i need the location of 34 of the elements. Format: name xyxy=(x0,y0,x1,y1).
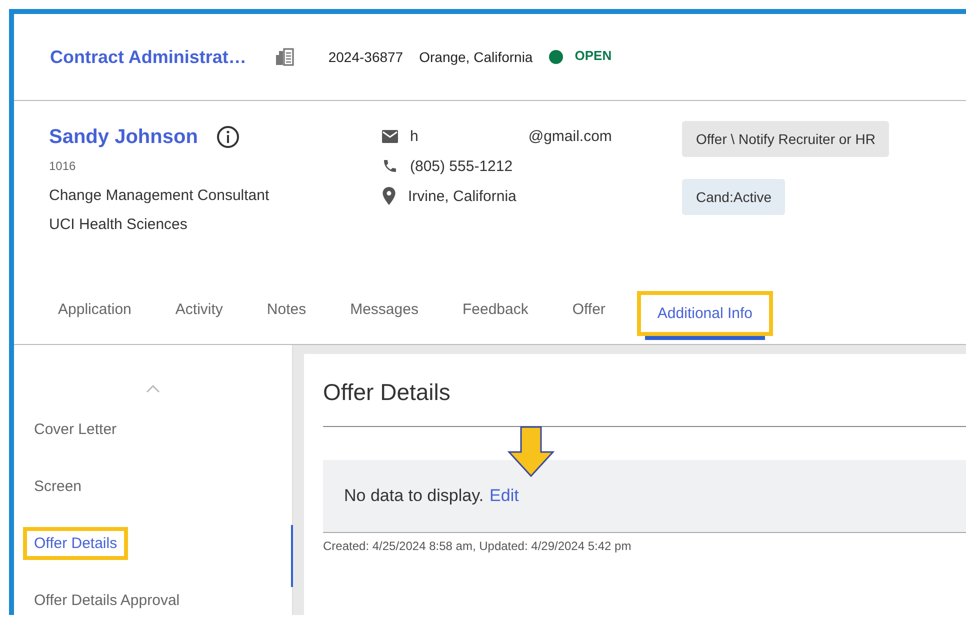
tab[interactable]: Activity xyxy=(163,301,235,344)
job-title[interactable]: Contract Administrat… xyxy=(50,46,246,68)
empty-message: No data to display. xyxy=(344,486,484,506)
tab[interactable]: Application xyxy=(46,301,144,344)
tab[interactable]: Offer xyxy=(560,301,618,344)
info-icon[interactable] xyxy=(216,125,240,149)
location-pin-icon xyxy=(382,187,396,205)
tab[interactable]: Notes xyxy=(254,301,318,344)
job-location: Orange, California xyxy=(419,49,533,65)
sidebar-item[interactable]: Offer Details Approval xyxy=(23,584,191,615)
status-label: OPEN xyxy=(574,48,612,62)
candidate-name[interactable]: Sandy Johnson xyxy=(49,126,198,148)
candidate-department: UCI Health Sciences xyxy=(49,215,188,235)
phone-number: (805) 555-1212 xyxy=(410,156,513,176)
mail-icon xyxy=(382,130,398,142)
sidebar-item[interactable]: Cover Letter xyxy=(23,413,128,446)
tab[interactable]: Messages xyxy=(338,301,430,344)
candidate-id: 1016 xyxy=(49,159,77,173)
email-domain: @gmail.com xyxy=(528,126,612,146)
tab[interactable]: Feedback xyxy=(450,301,540,344)
edit-link[interactable]: Edit xyxy=(490,486,519,506)
timestamps-text: Created: 4/25/2024 8:58 am, Updated: 4/29/2024 5:42 pm xyxy=(323,539,632,553)
candidate-status-badge: Cand:Active xyxy=(682,179,786,215)
panel-title: Offer Details xyxy=(323,379,966,427)
requisition-id: 2024-36877 xyxy=(328,49,404,65)
email-start: h xyxy=(410,126,418,146)
document-icon[interactable] xyxy=(274,47,296,67)
sidebar-item[interactable]: Screen xyxy=(23,470,93,503)
sidebar-item[interactable]: Offer Details xyxy=(23,527,128,560)
arrow-down-icon xyxy=(507,426,555,478)
phone-icon xyxy=(382,158,398,174)
candidate-city: Irvine, California xyxy=(408,186,516,206)
workflow-step-badge: Offer \ Notify Recruiter or HR xyxy=(682,121,890,157)
candidate-position: Change Management Consultant xyxy=(49,186,270,206)
